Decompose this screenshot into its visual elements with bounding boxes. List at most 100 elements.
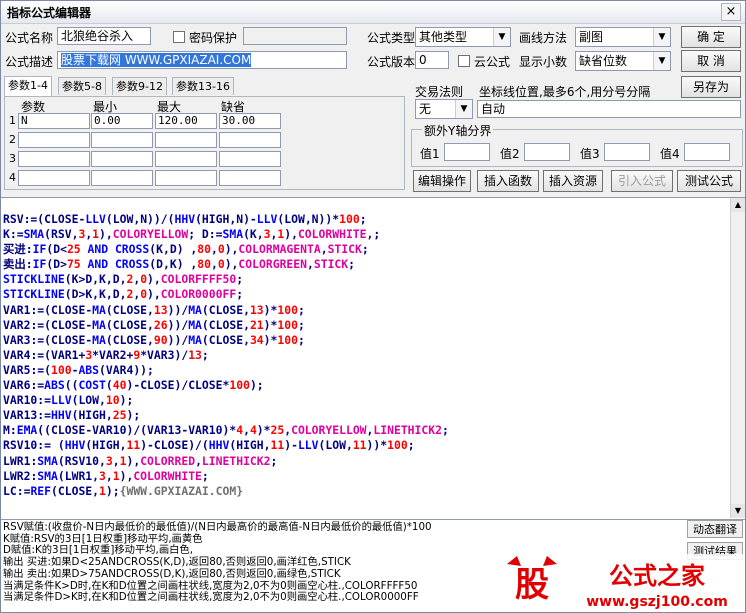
trade-rule-label: 交易法则 — [415, 85, 464, 99]
cloud-formula-checkbox[interactable] — [458, 55, 470, 67]
param-max-field[interactable] — [155, 132, 217, 148]
param-name-field[interactable] — [18, 151, 90, 167]
param-min-field[interactable] — [91, 132, 153, 148]
axis-value-label: 值1 — [420, 147, 440, 161]
code-line[interactable]: VAR3:=(CLOSE-MA(CLOSE,90))/MA(CLOSE,34)*… — [3, 333, 449, 348]
param-name-field[interactable] — [18, 132, 90, 148]
formula-name-label: 公式名称 — [5, 31, 54, 45]
param-default-field[interactable]: 30.00 — [219, 113, 281, 129]
code-line[interactable]: VAR5:=(100-ABS(VAR4)); — [3, 363, 449, 378]
save-as-button[interactable]: 另存为 — [681, 76, 741, 98]
param-name-field[interactable] — [18, 170, 90, 186]
code-editor[interactable]: RSV:=(CLOSE-LLV(LOW,N))/(HHV(HIGH,N)-LLV… — [1, 197, 745, 519]
tab-params-1-4[interactable]: 参数1-4 — [4, 76, 52, 96]
param-default-field[interactable] — [219, 170, 281, 186]
import-formula-button[interactable]: 引入公式 — [611, 170, 673, 192]
axis-value-2-input[interactable] — [524, 143, 570, 161]
param-min-field[interactable] — [91, 170, 153, 186]
formula-type-select[interactable]: 其他类型 ▼ — [415, 27, 511, 47]
password-input[interactable] — [243, 27, 347, 45]
extra-y-axis-group: 额外Y轴分界 值1 值2 值3 值4 — [411, 122, 743, 167]
tab-params-5-8[interactable]: 参数5-8 — [58, 77, 106, 95]
param-max-field[interactable] — [155, 151, 217, 167]
tab-params-13-16[interactable]: 参数13-16 — [172, 77, 234, 95]
code-line[interactable]: M:EMA((CLOSE-VAR10)/(VAR13-VAR10)*4,4)*2… — [3, 423, 449, 438]
code-line[interactable]: VAR13:=HHV(HIGH,25); — [3, 408, 449, 423]
axis-value-3-input[interactable] — [604, 143, 650, 161]
formula-type-value: 其他类型 — [419, 30, 468, 44]
scroll-up-icon[interactable]: ▲ — [731, 198, 745, 212]
param-max-field[interactable] — [155, 170, 217, 186]
param-row-index: 4 — [9, 171, 16, 184]
cancel-button[interactable]: 取 消 — [681, 50, 741, 72]
title-bar: 指标公式编辑器 × — [1, 1, 745, 24]
password-checkbox[interactable] — [173, 31, 185, 43]
param-tabs: 参数1-4 参数5-8 参数9-12 参数13-16 — [4, 76, 404, 97]
trade-rule-select[interactable]: 无 ▼ — [415, 99, 473, 119]
description-text: RSV赋值:(收盘价-N日内最低价的最低值)/(N日内最高价的最高值-N日内最低… — [3, 521, 432, 604]
code-line[interactable]: VAR6:=ABS((COST(40)-CLOSE)/CLOSE*100); — [3, 378, 449, 393]
code-line[interactable]: RSV10:= (HHV(HIGH,11)-CLOSE)/(HHV(HIGH,1… — [3, 438, 449, 453]
param-panel: 参数 最小 最大 缺省 1 N 0.00 120.00 30.00 2 3 4 — [4, 96, 405, 190]
code-line[interactable]: LC:=REF(CLOSE,1);{WWW.GPXIAZAI.COM} — [3, 484, 449, 499]
formula-name-input[interactable]: 北狼绝谷杀入 — [57, 27, 151, 45]
draw-method-select[interactable]: 副图 ▼ — [575, 27, 671, 47]
param-default-field[interactable] — [219, 132, 281, 148]
code-line[interactable]: LWR1:SMA(RSV10,3,1),COLORRED,LINETHICK2; — [3, 454, 449, 469]
param-min-field[interactable]: 0.00 — [91, 113, 153, 129]
code-line[interactable]: VAR2:=(CLOSE-MA(CLOSE,26))/MA(CLOSE,21)*… — [3, 318, 449, 333]
code-line[interactable]: 买进:IF(D<25 AND CROSS(K,D) ,80,0),COLORMA… — [3, 242, 449, 257]
insert-resource-button[interactable]: 插入资源 — [543, 170, 603, 192]
coord-line-input[interactable]: 自动 — [477, 100, 741, 118]
chevron-down-icon: ▼ — [653, 52, 670, 70]
site-logo: 股 公式之家 www.gszj100.com — [501, 554, 745, 612]
code-line[interactable]: RSV:=(CLOSE-LLV(LOW,N))/(HHV(HIGH,N)-LLV… — [3, 212, 449, 227]
ok-button[interactable]: 确 定 — [681, 26, 741, 48]
param-min-field[interactable] — [91, 151, 153, 167]
param-row-index: 1 — [9, 114, 16, 127]
decimal-label: 显示小数 — [519, 55, 568, 69]
close-icon[interactable]: × — [721, 3, 741, 21]
code-line[interactable]: VAR10:=LLV(LOW,10); — [3, 393, 449, 408]
dynamic-translate-button[interactable]: 动态翻译 — [687, 520, 743, 538]
insert-function-button[interactable]: 插入函数 — [477, 170, 539, 192]
password-label: 密码保护 — [189, 31, 238, 45]
logo-graphic: 股 公式之家 www.gszj100.com — [501, 554, 745, 612]
param-max-field[interactable]: 120.00 — [155, 113, 217, 129]
code-text[interactable]: RSV:=(CLOSE-LLV(LOW,N))/(HHV(HIGH,N)-LLV… — [3, 212, 449, 499]
code-line[interactable]: STICKLINE(K>D,K,D,2,0),COLORFFFF50; — [3, 272, 449, 287]
code-line[interactable]: STICKLINE(D>K,K,D,2,0),COLOR0000FF; — [3, 287, 449, 302]
description-line: 输出 卖出:如果D>75ANDCROSS(D,K),返回80,否则返回0,画绿色… — [3, 567, 341, 580]
editor-scrollbar[interactable]: ▲ ▼ — [730, 198, 745, 518]
edit-ops-button[interactable]: 编辑操作 — [413, 170, 471, 192]
code-line[interactable]: K:=SMA(RSV,3,1),COLORYELLOW; D:=SMA(K,3,… — [3, 227, 449, 242]
draw-method-label: 画线方法 — [519, 31, 568, 45]
description-line: RSV赋值:(收盘价-N日内最低价的最低值)/(N日内最高价的最高值-N日内最低… — [3, 521, 432, 533]
code-line[interactable]: 卖出:IF(D>75 AND CROSS(D,K) ,80,0),COLORGR… — [3, 257, 449, 272]
formula-desc-input[interactable]: 股票下载网 WWW.GPXIAZAI.COM — [57, 51, 347, 69]
code-line[interactable]: VAR4:=(VAR1+3*VAR2+9*VAR3)/13; — [3, 348, 449, 363]
scroll-down-icon[interactable]: ▼ — [731, 504, 745, 518]
decimal-select[interactable]: 缺省位数 ▼ — [575, 51, 671, 71]
param-name-field[interactable]: N — [18, 113, 90, 129]
window-title: 指标公式编辑器 — [7, 6, 92, 20]
svg-text:公式之家: 公式之家 — [609, 562, 705, 590]
code-line[interactable]: LWR2:SMA(LWR1,3,1),COLORWHITE; — [3, 469, 449, 484]
cloud-formula-label: 云公式 — [474, 55, 511, 69]
formula-type-label: 公式类型 — [367, 31, 416, 45]
chevron-down-icon: ▼ — [455, 100, 472, 118]
axis-value-4-input[interactable] — [684, 143, 730, 161]
svg-text:股: 股 — [515, 565, 549, 605]
svg-text:www.gszj100.com: www.gszj100.com — [586, 594, 728, 610]
param-default-field[interactable] — [219, 151, 281, 167]
formula-desc-value: 股票下载网 WWW.GPXIAZAI.COM — [61, 53, 252, 67]
tab-params-9-12[interactable]: 参数9-12 — [112, 77, 167, 95]
axis-value-1-input[interactable] — [444, 143, 490, 161]
param-row-index: 2 — [9, 133, 16, 146]
code-line[interactable]: VAR1:=(CLOSE-MA(CLOSE,13))/MA(CLOSE,13)*… — [3, 303, 449, 318]
test-formula-button[interactable]: 测试公式 — [677, 170, 741, 192]
description-line: 当满足条件D>K时,在K和D位置之间画柱状线,宽度为2,0不为0则画空心柱.,C… — [3, 591, 419, 604]
formula-version-input[interactable]: 0 — [415, 51, 449, 69]
formula-editor-window: 指标公式编辑器 × 公式名称 北狼绝谷杀入 密码保护 公式类型 其他类型 ▼ 画… — [0, 0, 746, 613]
chevron-down-icon: ▼ — [653, 28, 670, 46]
